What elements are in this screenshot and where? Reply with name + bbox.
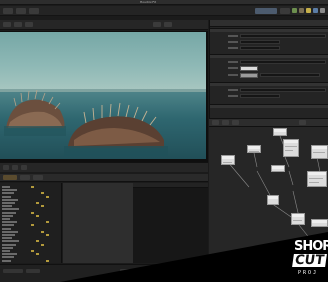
logo-backdrop xyxy=(60,232,328,282)
logo-line-1: SHOR xyxy=(294,239,328,254)
shortcut-logo: SHOR CUT PROJ xyxy=(280,236,328,282)
logo-line-2: CUT xyxy=(292,253,327,268)
logo-line-3: PROJ xyxy=(298,270,319,276)
